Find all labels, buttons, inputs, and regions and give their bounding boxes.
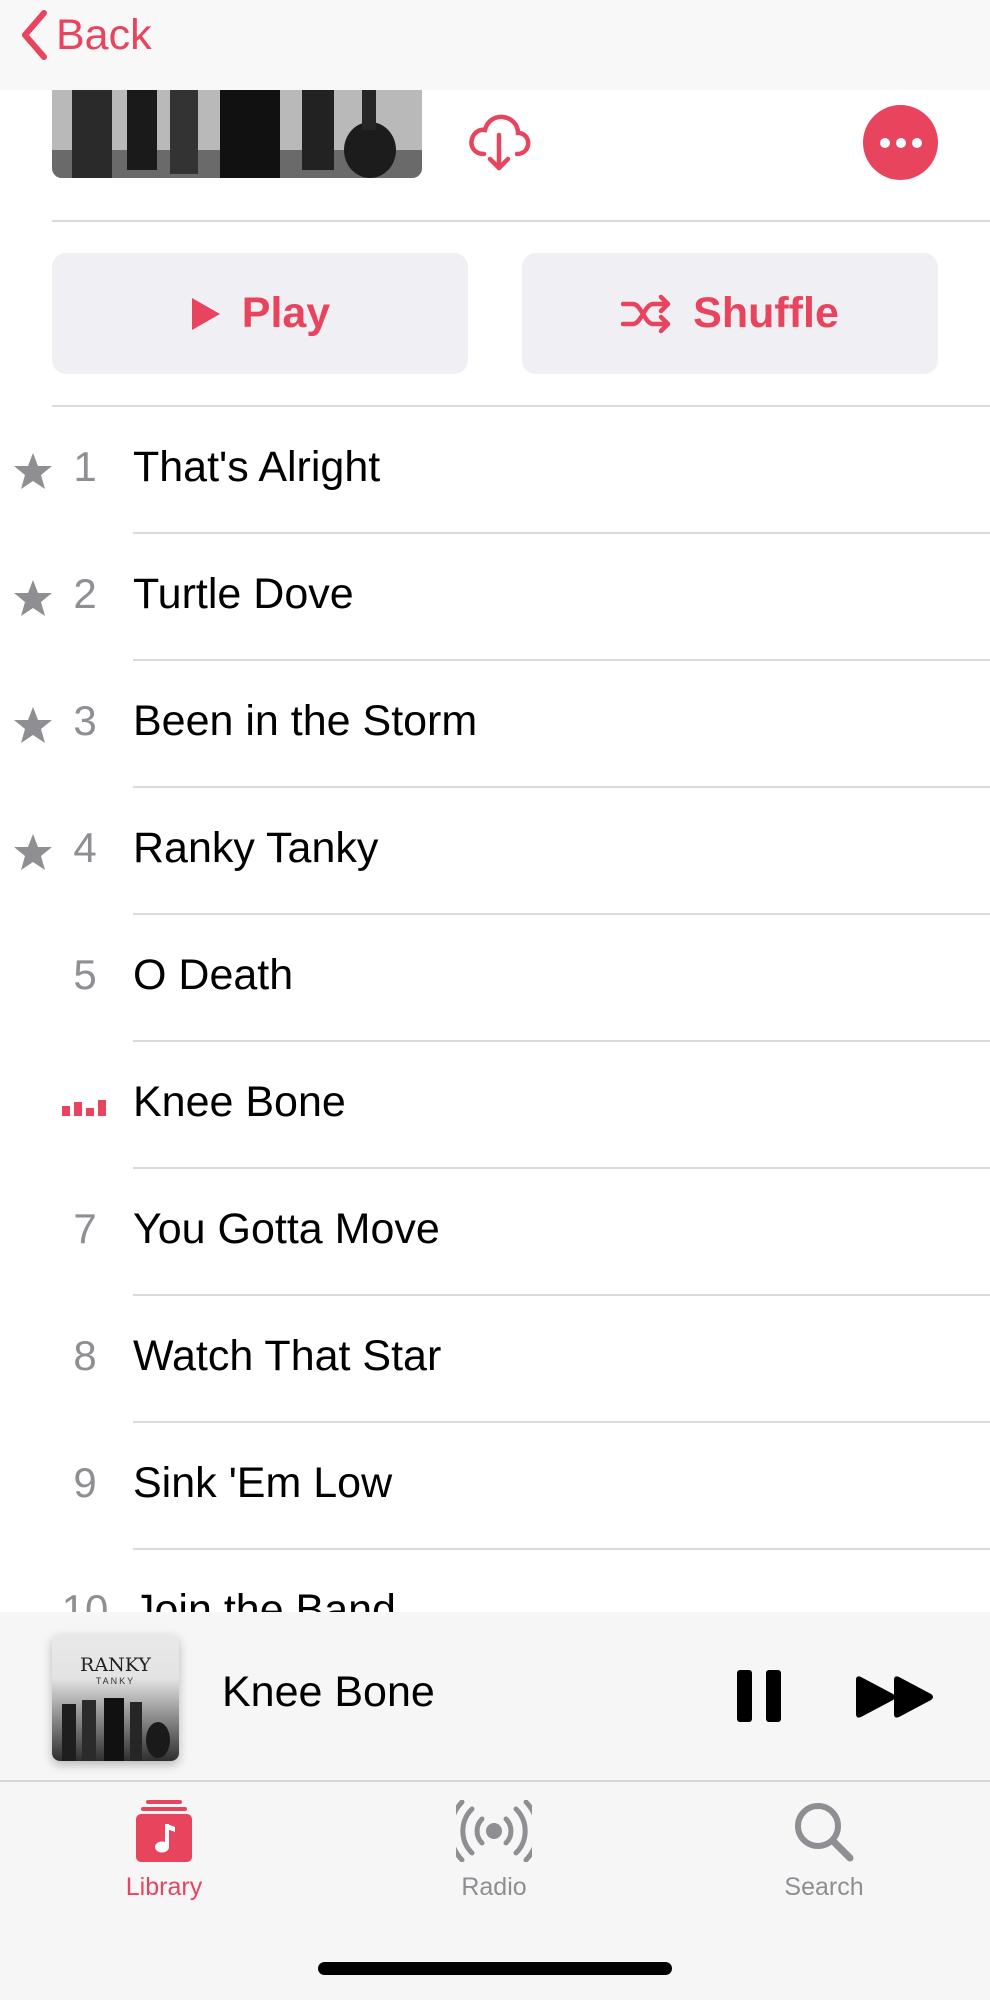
- chevron-left-icon: [22, 10, 47, 60]
- track-row[interactable]: 8 Watch That Star: [0, 1296, 990, 1423]
- search-icon: [795, 1803, 854, 1862]
- play-button[interactable]: Play: [52, 253, 468, 374]
- mini-player-artwork: RANKY TANKY: [52, 1634, 179, 1761]
- band-photo-image: [52, 90, 422, 178]
- shuffle-label: Shuffle: [693, 289, 839, 337]
- track-title: Ranky Tanky: [133, 824, 379, 872]
- download-button[interactable]: [466, 108, 532, 179]
- track-number: 8: [73, 1332, 97, 1379]
- star-icon: [14, 580, 52, 616]
- radio-icon: [447, 1799, 541, 1863]
- tab-search[interactable]: Search: [724, 1800, 924, 1902]
- track-number: 9: [73, 1459, 97, 1506]
- tab-radio[interactable]: Radio: [394, 1799, 594, 1902]
- tab-radio-label: Radio: [461, 1873, 527, 1901]
- fast-forward-button[interactable]: [853, 1674, 937, 1725]
- star-icon: [14, 707, 52, 743]
- more-options-button[interactable]: [863, 105, 938, 180]
- track-row[interactable]: 7 You Gotta Move: [0, 1169, 990, 1296]
- divider: [52, 220, 990, 222]
- track-row[interactable]: 3 Been in the Storm: [0, 661, 990, 788]
- track-row[interactable]: 5 O Death: [0, 915, 990, 1042]
- track-title: Join the Band: [133, 1586, 396, 1612]
- library-icon: [136, 1800, 192, 1862]
- track-row[interactable]: 4 Ranky Tanky: [0, 788, 990, 915]
- album-artwork: [52, 90, 422, 178]
- track-number: 4: [73, 824, 97, 871]
- track-list: 1 That's Alright 2 Turtle Dove 3 Been in…: [0, 407, 990, 1612]
- navigation-bar: Back: [0, 0, 990, 90]
- track-number: 7: [73, 1205, 97, 1252]
- star-icon: [14, 834, 52, 870]
- track-title: Knee Bone: [133, 1078, 346, 1126]
- track-title: That's Alright: [133, 443, 381, 491]
- pause-button[interactable]: [735, 1668, 783, 1729]
- track-number: 10: [61, 1586, 109, 1612]
- back-label: Back: [56, 10, 152, 59]
- track-row[interactable]: 9 Sink 'Em Low: [0, 1423, 990, 1550]
- play-icon: [191, 297, 220, 330]
- band-photo-image: [62, 1698, 170, 1761]
- track-title: Watch That Star: [133, 1332, 442, 1380]
- shuffle-button[interactable]: Shuffle: [522, 253, 938, 374]
- artwork-title-text: RANKY: [80, 1654, 151, 1676]
- track-row[interactable]: 1 That's Alright: [0, 407, 990, 534]
- now-playing-equalizer-icon: [62, 1100, 106, 1116]
- tab-library[interactable]: Library: [64, 1800, 264, 1902]
- track-title: You Gotta Move: [133, 1205, 440, 1253]
- star-icon: [14, 453, 52, 489]
- track-number: 1: [73, 443, 97, 490]
- home-indicator: [318, 1962, 672, 1975]
- tab-library-label: Library: [125, 1873, 203, 1901]
- play-label: Play: [241, 289, 331, 337]
- ellipsis-icon: [879, 137, 922, 148]
- cloud-download-icon: [469, 114, 531, 171]
- track-title: Turtle Dove: [133, 570, 354, 618]
- track-number: 5: [73, 951, 97, 998]
- track-title: Been in the Storm: [133, 697, 478, 745]
- pause-icon: [737, 1670, 781, 1722]
- now-playing-title: Knee Bone: [222, 1668, 435, 1716]
- tab-search-label: Search: [784, 1873, 864, 1901]
- fast-forward-icon: [856, 1676, 933, 1718]
- track-title: O Death: [133, 951, 294, 999]
- back-button[interactable]: Back: [20, 0, 152, 70]
- track-row[interactable]: 10 Join the Band: [0, 1550, 990, 1612]
- mini-player[interactable]: RANKY TANKY Knee Bone: [0, 1612, 990, 1782]
- track-row[interactable]: 2 Turtle Dove: [0, 534, 990, 661]
- track-number: 2: [73, 570, 97, 617]
- track-row-now-playing[interactable]: Knee Bone: [0, 1042, 990, 1169]
- track-title: Sink 'Em Low: [133, 1459, 393, 1507]
- artwork-subtitle-text: TANKY: [95, 1676, 136, 1686]
- shuffle-icon: [621, 294, 671, 333]
- track-number: 3: [73, 697, 97, 744]
